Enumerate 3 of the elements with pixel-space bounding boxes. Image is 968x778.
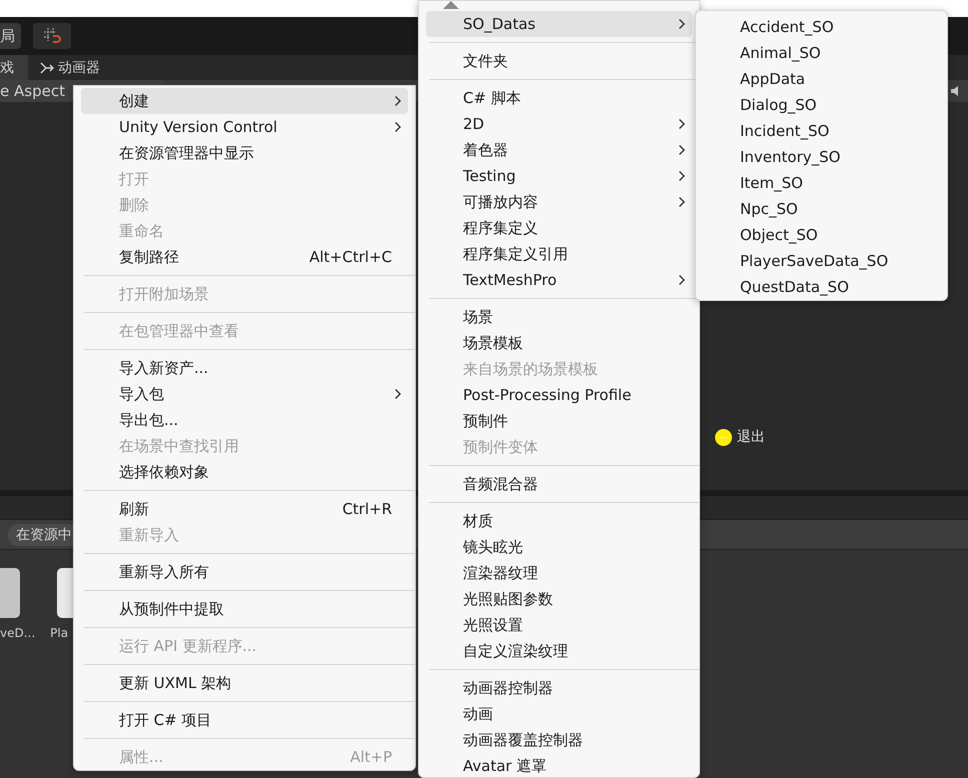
exit-hint: 退出	[737, 428, 765, 446]
asset-label: veD...	[0, 626, 36, 640]
asset-label: Pla	[50, 626, 68, 640]
